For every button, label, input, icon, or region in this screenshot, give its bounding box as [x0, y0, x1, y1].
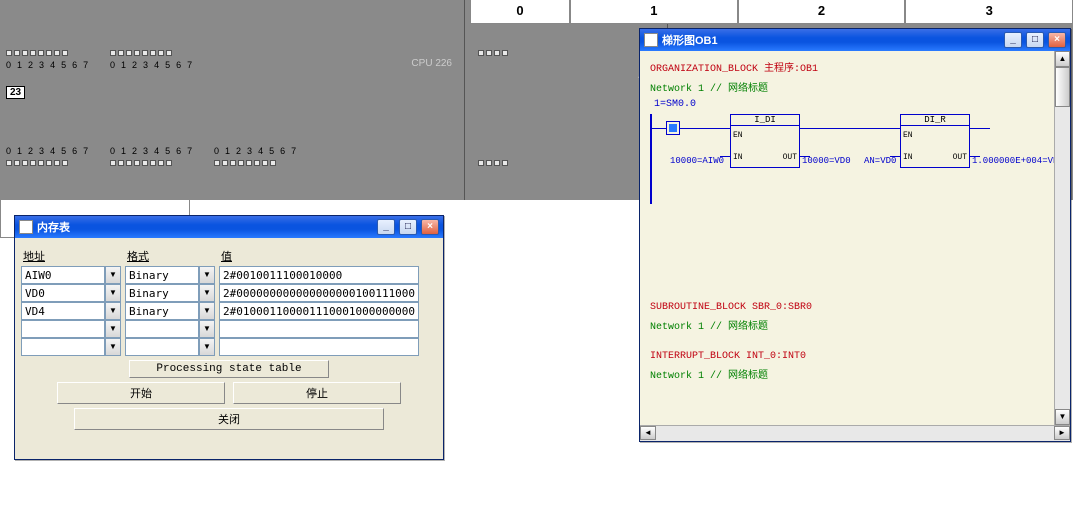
scroll-down-icon[interactable]: ▼: [1055, 409, 1070, 425]
network-title: Network 1 // 网络标题: [650, 366, 1064, 382]
function-block-idi: I_DI EN IN OUT: [730, 114, 800, 168]
scroll-right-icon[interactable]: ►: [1054, 426, 1070, 440]
col-header-3: 3: [905, 0, 1073, 24]
dropdown-icon[interactable]: ▼: [105, 320, 121, 338]
pin-out: OUT: [783, 153, 797, 162]
network-title: Network 1 // 网络标题: [650, 317, 1064, 333]
plc-unit-em: EM AI 4x: [468, 0, 668, 200]
pin-out: OUT: [953, 153, 967, 162]
dropdown-icon[interactable]: ▼: [199, 338, 215, 356]
dropdown-icon[interactable]: ▼: [105, 266, 121, 284]
contact-sm00: [666, 121, 680, 135]
processing-state-table-button[interactable]: Processing state table: [129, 360, 329, 378]
horizontal-scrollbar[interactable]: ◄ ►: [640, 425, 1070, 441]
wire-label: AN=VD0: [864, 156, 896, 166]
pin-in: IN: [903, 153, 913, 162]
wire-label: 10000=VD0: [802, 156, 851, 166]
dropdown-icon[interactable]: ▼: [105, 302, 121, 320]
col-header-value: 值: [219, 244, 419, 266]
fbox-name: DI_R: [901, 115, 969, 126]
format-input-4[interactable]: [125, 338, 199, 356]
addr-input-1[interactable]: [21, 284, 105, 302]
scroll-up-icon[interactable]: ▲: [1055, 51, 1070, 67]
col-header-addr: 地址: [21, 244, 121, 266]
maximize-button[interactable]: □: [399, 219, 417, 235]
value-input-2[interactable]: [219, 302, 419, 320]
memory-table-window: 内存表 _ □ × 地址 格式 值 ▼ ▼ ▼ ▼ ▼ ▼ ▼ ▼ ▼: [14, 215, 444, 460]
function-block-dir: DI_R EN IN OUT: [900, 114, 970, 168]
pin-en: EN: [903, 131, 913, 140]
col-header-0: 0: [470, 0, 570, 24]
contact-label: 1=SM0.0: [654, 99, 1064, 110]
minimize-button[interactable]: _: [1004, 32, 1022, 48]
maximize-button[interactable]: □: [1026, 32, 1044, 48]
addr-input-4[interactable]: [21, 338, 105, 356]
addr-input-0[interactable]: [21, 266, 105, 284]
sbr-block-header: SUBROUTINE_BLOCK SBR_0:SBR0: [650, 302, 1064, 313]
close-window-button[interactable]: 关闭: [74, 408, 384, 430]
stop-button[interactable]: 停止: [233, 382, 401, 404]
value-input-0[interactable]: [219, 266, 419, 284]
format-input-2[interactable]: [125, 302, 199, 320]
ladder-body: ORGANIZATION_BLOCK 主程序:OB1 Network 1 // …: [640, 51, 1070, 425]
dropdown-icon[interactable]: ▼: [199, 320, 215, 338]
col-header-2: 2: [738, 0, 906, 24]
scrollbar-thumb[interactable]: [1055, 67, 1070, 107]
cpu-label: CPU 226: [411, 58, 452, 69]
vertical-scrollbar[interactable]: ▲ ▼: [1054, 51, 1070, 425]
wire-label: 1.000000E+004=VD4: [972, 156, 1064, 166]
led-bank: [214, 160, 276, 166]
pin-in: IN: [733, 153, 743, 162]
format-input-3[interactable]: [125, 320, 199, 338]
dropdown-icon[interactable]: ▼: [199, 302, 215, 320]
int-block-header: INTERRUPT_BLOCK INT_0:INT0: [650, 351, 1064, 362]
led-bank: [478, 160, 508, 166]
ladder-titlebar[interactable]: 梯形图OB1 _ □ ×: [640, 29, 1070, 51]
led-numbers: 01234567: [6, 146, 88, 156]
dropdown-icon[interactable]: ▼: [199, 266, 215, 284]
ladder-diagram: I_DI EN IN OUT DI_R EN IN OUT 10000=AIW0…: [650, 114, 1064, 204]
network-title: Network 1 // 网络标题: [650, 79, 1064, 95]
fbox-name: I_DI: [731, 115, 799, 126]
addr-input-3[interactable]: [21, 320, 105, 338]
led-bank: [6, 160, 68, 166]
dropdown-icon[interactable]: ▼: [199, 284, 215, 302]
close-button[interactable]: ×: [421, 219, 439, 235]
ob-block-header: ORGANIZATION_BLOCK 主程序:OB1: [650, 59, 1064, 75]
led-numbers: 01234567: [110, 146, 192, 156]
plc-unit-main: 01234567 01234567 CPU 226 01234567 01234…: [0, 0, 465, 200]
memory-table-body: 地址 格式 值 ▼ ▼ ▼ ▼ ▼ ▼ ▼ ▼ ▼ ▼ Processing s: [15, 238, 443, 436]
dropdown-icon[interactable]: ▼: [105, 284, 121, 302]
top-column-headers: 0 1 2 3: [470, 0, 1073, 24]
led-bank: [478, 50, 508, 56]
window-title: 梯形图OB1: [662, 32, 718, 48]
value-input-1[interactable]: [219, 284, 419, 302]
led-bank: [110, 160, 172, 166]
col-header-format: 格式: [125, 244, 215, 266]
value-input-4[interactable]: [219, 338, 419, 356]
memory-table-titlebar[interactable]: 内存表 _ □ ×: [15, 216, 443, 238]
minimize-button[interactable]: _: [377, 219, 395, 235]
start-button[interactable]: 开始: [57, 382, 225, 404]
scroll-left-icon[interactable]: ◄: [640, 426, 656, 440]
value-input-3[interactable]: [219, 320, 419, 338]
col-header-1: 1: [570, 0, 738, 24]
tag-23: 23: [6, 86, 25, 99]
window-title: 内存表: [37, 219, 70, 235]
format-input-1[interactable]: [125, 284, 199, 302]
led-numbers: 01234567: [110, 60, 192, 70]
close-button[interactable]: ×: [1048, 32, 1066, 48]
led-numbers: 01234567: [6, 60, 88, 70]
app-icon: [644, 33, 658, 47]
ladder-window: 梯形图OB1 _ □ × ORGANIZATION_BLOCK 主程序:OB1 …: [639, 28, 1071, 442]
led-bank: [110, 50, 172, 56]
dropdown-icon[interactable]: ▼: [105, 338, 121, 356]
led-numbers: 01234567: [214, 146, 296, 156]
format-input-0[interactable]: [125, 266, 199, 284]
wire-label: 10000=AIW0: [670, 156, 724, 166]
led-bank: [6, 50, 68, 56]
app-icon: [19, 220, 33, 234]
addr-input-2[interactable]: [21, 302, 105, 320]
pin-en: EN: [733, 131, 743, 140]
